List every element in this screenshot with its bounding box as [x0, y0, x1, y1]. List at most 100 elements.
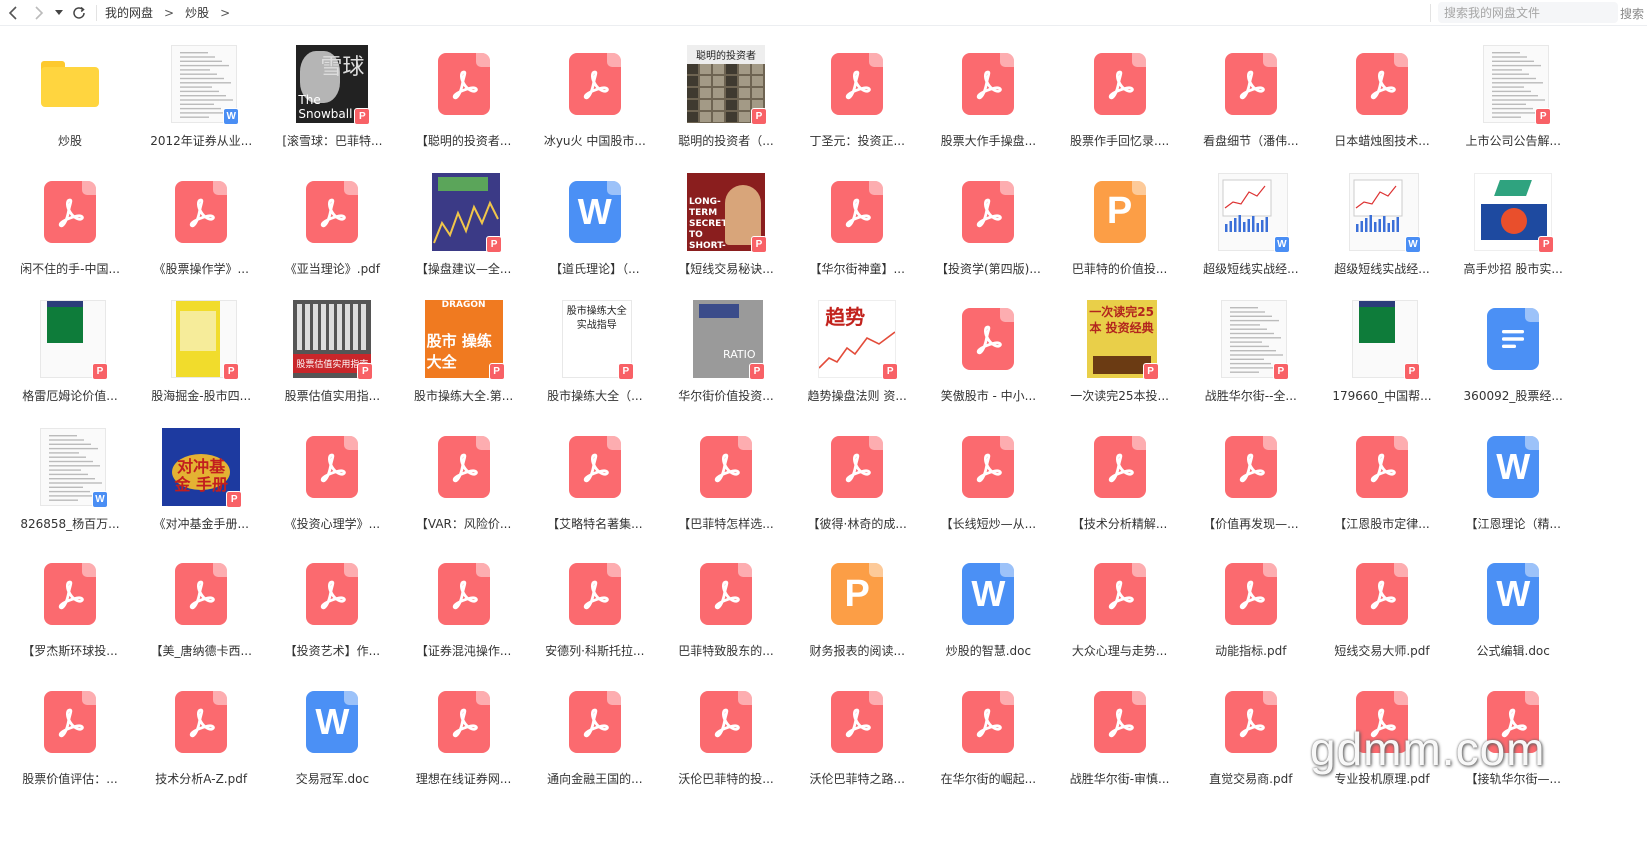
history-dropdown[interactable] [52, 0, 66, 26]
back-button[interactable] [0, 0, 26, 26]
file-item[interactable]: 冰yu火 中国股市... [526, 40, 664, 160]
file-item[interactable]: 看盘细节（潘伟... [1182, 40, 1320, 160]
file-item[interactable]: P 财务报表的阅读... [788, 550, 926, 670]
file-item[interactable]: 【艾略特名著集... [526, 423, 664, 543]
file-item[interactable]: P 高手炒招 股市实... [1444, 168, 1582, 288]
cover-thumbnail: P [424, 172, 504, 253]
file-item[interactable]: 【美_唐纳德卡西... [132, 550, 270, 670]
file-item[interactable]: 股票作手回忆录.... [1051, 40, 1189, 160]
file-item[interactable]: 【投资艺术】作... [263, 550, 401, 670]
file-item[interactable]: 【罗杰斯环球投... [1, 550, 139, 670]
file-item[interactable]: 【长线短炒—从... [919, 423, 1057, 543]
refresh-button[interactable] [66, 0, 92, 26]
file-name: 沃伦巴菲特之路... [809, 771, 905, 786]
file-item[interactable]: 雪球 The Snowball P [滚雪球：巴菲特... [263, 40, 401, 160]
file-item[interactable]: 炒股 [1, 40, 139, 160]
file-item[interactable]: 【证券混沌操作... [395, 550, 533, 670]
search-button[interactable]: 搜索 [1620, 5, 1644, 22]
file-item[interactable]: 直觉交易商.pdf [1182, 678, 1320, 798]
file-item[interactable]: 笑傲股市 - 中小... [919, 295, 1057, 415]
cover-thumbnail: W [1342, 172, 1422, 253]
file-item[interactable]: 360092_股票经... [1444, 295, 1582, 415]
file-item[interactable]: 【VAR：风险价... [395, 423, 533, 543]
file-item[interactable]: P 巴菲特的价值投... [1051, 168, 1189, 288]
file-item[interactable]: RATIO P 华尔街价值投资... [657, 295, 795, 415]
file-name: 《投资心理学》... [284, 516, 381, 531]
file-item[interactable]: 【投资学(第四版)... [919, 168, 1057, 288]
word-badge-icon: W [223, 108, 240, 125]
file-item[interactable]: 动能指标.pdf [1182, 550, 1320, 670]
forward-button[interactable] [26, 0, 52, 26]
file-name: 《对冲基金手册... [153, 516, 249, 531]
file-item[interactable]: P 【操盘建议—全... [395, 168, 533, 288]
cover-thumbnail: W [1211, 172, 1291, 253]
breadcrumb-item-current[interactable]: 炒股 [185, 4, 209, 21]
file-item[interactable]: P 股海掘金-股市四... [132, 295, 270, 415]
file-item[interactable]: W 2012年证券从业... [132, 40, 270, 160]
file-item[interactable]: LONG-TERM SECRETS TO SHORT-TERM TRADINGP… [657, 168, 795, 288]
file-item[interactable]: P 179660_中国帮... [1313, 295, 1451, 415]
file-item[interactable]: 大众心理与走势... [1051, 550, 1189, 670]
pdf-icon [1211, 554, 1291, 634]
file-item[interactable]: W 【道氏理论】（... [526, 168, 664, 288]
file-item[interactable]: 股票估值实用指南 P 股票估值实用指... [263, 295, 401, 415]
file-item[interactable]: W 超级短线实战经... [1313, 168, 1451, 288]
file-item[interactable]: 短线交易大师.pdf [1313, 550, 1451, 670]
pdf-badge-icon: P [882, 363, 899, 380]
file-name: 179660_中国帮... [1332, 389, 1432, 403]
file-item[interactable]: 丁圣元：投资正... [788, 40, 926, 160]
file-item[interactable]: W 【江恩理论（精... [1444, 423, 1582, 543]
file-name: 冰yu火 中国股市... [543, 134, 646, 148]
file-item[interactable]: W 公式编辑.doc [1444, 550, 1582, 670]
file-item[interactable]: 在华尔街的崛起... [919, 678, 1057, 798]
file-item[interactable]: W 超级短线实战经... [1182, 168, 1320, 288]
file-item[interactable]: W 交易冠军.doc [263, 678, 401, 798]
file-item[interactable]: 【聪明的投资者... [395, 40, 533, 160]
pdf-icon [555, 427, 635, 507]
cover-thumbnail: 聪明的投资者 P [686, 44, 767, 125]
file-item[interactable]: P 格雷厄姆论价值... [1, 295, 139, 415]
file-item[interactable]: 【彼得·林奇的成... [788, 423, 926, 543]
file-item[interactable]: W 炒股的智慧.doc [919, 550, 1057, 670]
file-item[interactable]: 股票价值评估：... [1, 678, 139, 798]
file-item[interactable]: 【价值再发现—... [1182, 423, 1320, 543]
breadcrumb-item-root[interactable]: 我的网盘 [105, 4, 153, 21]
file-item[interactable]: 【巴菲特怎样选... [657, 423, 795, 543]
file-item[interactable]: 沃伦巴菲特之路... [788, 678, 926, 798]
file-item[interactable]: 【江恩股市定律... [1313, 423, 1451, 543]
search-input[interactable] [1438, 2, 1618, 23]
pdf-icon [1211, 427, 1291, 507]
file-item[interactable]: 安德列·科斯托拉... [526, 550, 664, 670]
file-item[interactable]: 【技术分析精解... [1051, 423, 1189, 543]
file-item[interactable]: DRAGON 股市 操练大全 P 股市操练大全.第... [395, 295, 533, 415]
file-item[interactable]: P 上市公司公告解... [1444, 40, 1582, 160]
file-item[interactable]: 技术分析A-Z.pdf [132, 678, 270, 798]
file-item[interactable]: W 826858_杨百万... [1, 423, 139, 543]
file-name: 【投资艺术】作... [284, 644, 381, 658]
file-item[interactable]: 聪明的投资者 P 聪明的投资者（... [657, 40, 795, 160]
file-item[interactable]: 通向金融王国的... [526, 678, 664, 798]
file-item[interactable]: 闲不住的手-中国... [1, 168, 139, 288]
file-item[interactable]: 股市操练大全 实战指导 P 股市操练大全（... [526, 295, 664, 415]
file-item[interactable]: 股票大作手操盘... [919, 40, 1057, 160]
file-item[interactable]: 趋势 P 趋势操盘法则 资... [788, 295, 926, 415]
file-item[interactable]: 《股票操作学》... [132, 168, 270, 288]
cover-thumbnail: LONG-TERM SECRETS TO SHORT-TERM TRADINGP [686, 172, 767, 253]
file-item[interactable]: P 战胜华尔街--全... [1182, 295, 1320, 415]
file-item[interactable]: 一次读完25本 投资经典 P 一次读完25本投... [1051, 295, 1189, 415]
file-item[interactable]: 巴菲特致股东的... [657, 550, 795, 670]
file-name: 【长线短炒—从... [940, 516, 1037, 531]
file-item[interactable]: 对冲基金 手册 P 《对冲基金手册... [132, 423, 270, 543]
file-item[interactable]: 沃伦巴菲特的投... [657, 678, 795, 798]
cover-thumbnail: P [30, 299, 110, 380]
file-item[interactable]: 理想在线证券网... [395, 678, 533, 798]
file-item[interactable]: 《亚当理论》.pdf [263, 168, 401, 288]
file-item[interactable]: 《投资心理学》... [263, 423, 401, 543]
file-item[interactable]: 战胜华尔街-审慎... [1051, 678, 1189, 798]
file-item[interactable]: 【华尔街神童】... [788, 168, 926, 288]
file-name: 【江恩理论（精... [1465, 516, 1561, 531]
file-name: 大众心理与走势... [1071, 644, 1168, 658]
file-name: 【操盘建议—全... [415, 261, 512, 276]
file-item[interactable]: 日本蜡烛图技术... [1313, 40, 1451, 160]
breadcrumb-separator: > [164, 5, 175, 20]
